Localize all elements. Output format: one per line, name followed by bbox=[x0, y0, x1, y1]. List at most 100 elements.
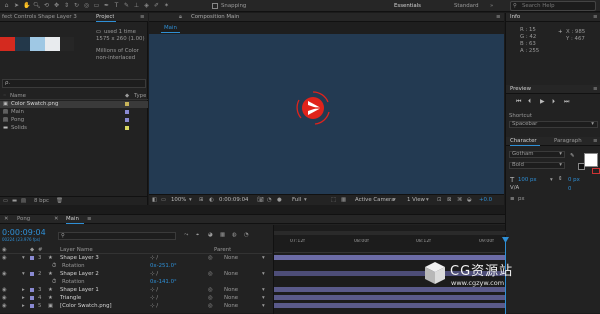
comp-mini-flowchart-icon[interactable]: ⤳ bbox=[184, 232, 188, 239]
project-item[interactable]: ▬ Solids bbox=[0, 125, 148, 132]
layer-name[interactable]: Shape Layer 1 bbox=[60, 287, 99, 293]
transparency-grid-icon[interactable]: ▦ bbox=[341, 196, 346, 204]
snapshot-icon[interactable]: 📷︎ bbox=[257, 196, 264, 204]
color-channel-icon[interactable]: ● bbox=[277, 196, 282, 204]
search-help-input[interactable]: ⚲ Search Help bbox=[510, 1, 596, 11]
last-frame-icon[interactable]: ⏭ bbox=[564, 98, 569, 106]
pen-tool-icon[interactable]: ✒ bbox=[103, 2, 110, 9]
preview-title[interactable]: Preview bbox=[510, 85, 531, 94]
property-value[interactable]: 0x-141.0° bbox=[150, 279, 177, 285]
new-composition-icon[interactable]: ▤ bbox=[21, 197, 26, 205]
resolution-dropdown[interactable]: Full bbox=[292, 196, 301, 204]
no-stroke-icon[interactable] bbox=[592, 168, 600, 174]
expand-arrow-icon[interactable]: ▸ bbox=[22, 287, 25, 293]
clone-stamp-icon[interactable]: ⊥ bbox=[133, 2, 140, 9]
next-frame-icon[interactable]: ⏵ bbox=[552, 98, 555, 106]
first-frame-icon[interactable]: ⏮ bbox=[516, 98, 521, 106]
eye-icon[interactable]: ◉ bbox=[2, 287, 7, 293]
layer-name[interactable]: Shape Layer 3 bbox=[60, 255, 99, 261]
rectangle-tool-icon[interactable]: ▭ bbox=[93, 2, 100, 9]
new-folder-icon[interactable]: ▬ bbox=[12, 197, 17, 205]
tracking-value[interactable]: 0 bbox=[568, 186, 571, 192]
eye-icon[interactable]: ◉ bbox=[2, 295, 7, 301]
close-icon[interactable]: ✕ bbox=[4, 215, 9, 224]
font-size-value[interactable]: 100 px bbox=[518, 177, 537, 183]
parent-dropdown[interactable]: None bbox=[224, 271, 238, 277]
tab-main[interactable]: Main bbox=[161, 24, 180, 33]
font-style-dropdown[interactable]: Bold ▾ bbox=[509, 162, 565, 169]
reset-exposure-icon[interactable]: ◒ bbox=[467, 196, 472, 204]
layer-row[interactable]: ◉ ▸ 4 ★ Triangle ⊹ ∕ ◎ None ▾ bbox=[0, 295, 272, 301]
parent-dropdown[interactable]: None bbox=[224, 287, 238, 293]
snapping-checkbox[interactable] bbox=[212, 3, 218, 9]
bit-depth-button[interactable]: 8 bpc bbox=[34, 197, 49, 205]
info-title[interactable]: Info bbox=[510, 13, 520, 22]
layer-row[interactable]: ◉ ▾ 3 ★ Shape Layer 3 ⊹ ∕ ◎ None ▾ bbox=[0, 255, 272, 261]
stroke-width-value[interactable]: px bbox=[518, 196, 525, 202]
expand-arrow-icon[interactable]: ▾ bbox=[22, 255, 25, 261]
dolly-camera-icon[interactable]: ⇕ bbox=[63, 2, 70, 9]
lock-icon[interactable]: 🔒︎ bbox=[179, 13, 182, 22]
hand-tool-icon[interactable]: ✋ bbox=[23, 2, 30, 9]
time-ruler[interactable]: 07:12f 08:00f 08:12f 09:00f bbox=[274, 237, 506, 253]
eraser-tool-icon[interactable]: ◈ bbox=[143, 2, 150, 9]
zoom-dropdown[interactable]: 100% bbox=[171, 196, 186, 204]
label-color-chip[interactable] bbox=[30, 256, 34, 260]
project-item[interactable]: ▤ Pong bbox=[0, 117, 148, 124]
composition-title[interactable]: Composition Main bbox=[191, 13, 239, 22]
type-tool-icon[interactable]: T bbox=[113, 2, 120, 9]
pixel-aspect-icon[interactable]: ▭ bbox=[161, 196, 166, 204]
layer-duration-bar[interactable] bbox=[274, 303, 506, 308]
layer-name[interactable]: Triangle bbox=[60, 295, 81, 301]
workspace-essentials[interactable]: Essentials bbox=[394, 2, 421, 10]
layer-name-header[interactable]: Layer Name bbox=[60, 247, 93, 253]
parent-header[interactable]: Parent bbox=[214, 247, 231, 253]
project-item[interactable]: ▣ Color Swatch.png bbox=[0, 101, 148, 108]
always-preview-icon[interactable]: ◧ bbox=[152, 196, 157, 204]
layer-switches-icon[interactable]: ⊹ ∕ bbox=[150, 271, 158, 277]
puppet-pin-icon[interactable]: ✶ bbox=[163, 2, 170, 9]
label-color-chip[interactable] bbox=[30, 296, 34, 300]
layer-row[interactable]: ◉ ▸ 3 ★ Shape Layer 1 ⊹ ∕ ◎ None ▾ bbox=[0, 287, 272, 293]
draft-3d-icon[interactable]: ⌖ bbox=[196, 232, 199, 239]
eyedropper-icon[interactable]: ✎ bbox=[570, 153, 575, 159]
interpret-footage-icon[interactable]: ▭ bbox=[3, 197, 8, 205]
stroke-color-swatch[interactable] bbox=[578, 163, 585, 170]
pickwhip-icon[interactable]: ◎ bbox=[208, 255, 213, 261]
layer-switches-icon[interactable]: ⊹ ∕ bbox=[150, 255, 158, 261]
exposure-value[interactable]: +0.0 bbox=[479, 196, 492, 204]
property-value[interactable]: 0x-251.0° bbox=[150, 263, 177, 269]
project-item[interactable]: ▤ Main bbox=[0, 109, 148, 116]
label-color-chip[interactable] bbox=[30, 288, 34, 292]
layer-switches-icon[interactable]: ⊹ ∕ bbox=[150, 295, 158, 301]
layer-switches-icon[interactable]: ⊹ ∕ bbox=[150, 287, 158, 293]
stopwatch-icon[interactable]: ⏱ bbox=[52, 279, 56, 285]
stopwatch-icon[interactable]: ⏱ bbox=[52, 263, 56, 269]
play-icon[interactable]: ▶ bbox=[540, 98, 545, 105]
shy-icon[interactable]: ◕ bbox=[208, 232, 213, 238]
property-row[interactable]: ⏱ Rotation 0x-251.0° bbox=[0, 263, 272, 269]
shortcut-dropdown[interactable]: Spacebar ▾ bbox=[509, 121, 598, 128]
show-snapshot-icon[interactable]: ◔ bbox=[267, 196, 272, 204]
eye-icon[interactable]: ◉ bbox=[2, 255, 7, 261]
flowchart-icon[interactable]: ⌘ bbox=[457, 196, 462, 204]
panel-menu-icon[interactable]: ≡ bbox=[593, 137, 598, 146]
motion-blur-icon[interactable]: ◍ bbox=[232, 232, 237, 238]
tab-pong[interactable]: Pong bbox=[17, 215, 30, 224]
pickwhip-icon[interactable]: ◎ bbox=[208, 271, 213, 277]
trash-icon[interactable]: 🗑︎ bbox=[56, 197, 63, 205]
label-color-chip[interactable] bbox=[30, 304, 34, 308]
safe-zones-icon[interactable]: ⊞ bbox=[199, 196, 204, 204]
expand-arrow-icon[interactable]: ▸ bbox=[22, 303, 25, 309]
graph-editor-icon[interactable]: ◔ bbox=[244, 232, 249, 238]
zoom-tool-icon[interactable]: 🔍︎ bbox=[33, 2, 41, 9]
panel-menu-icon[interactable]: ≡ bbox=[593, 85, 598, 94]
timeline-timecode[interactable]: 0:00:09:04 bbox=[2, 228, 46, 237]
work-area-bar[interactable] bbox=[274, 231, 506, 235]
leading-value[interactable]: 0 px bbox=[568, 177, 580, 183]
composition-viewer[interactable] bbox=[149, 34, 504, 194]
orbit-camera-icon[interactable]: ⟲ bbox=[43, 2, 50, 9]
layer-name[interactable]: [Color Swatch.png] bbox=[60, 303, 112, 309]
workspace-menu-icon[interactable]: » bbox=[490, 2, 496, 10]
track-camera-icon[interactable]: ✥ bbox=[53, 2, 60, 9]
